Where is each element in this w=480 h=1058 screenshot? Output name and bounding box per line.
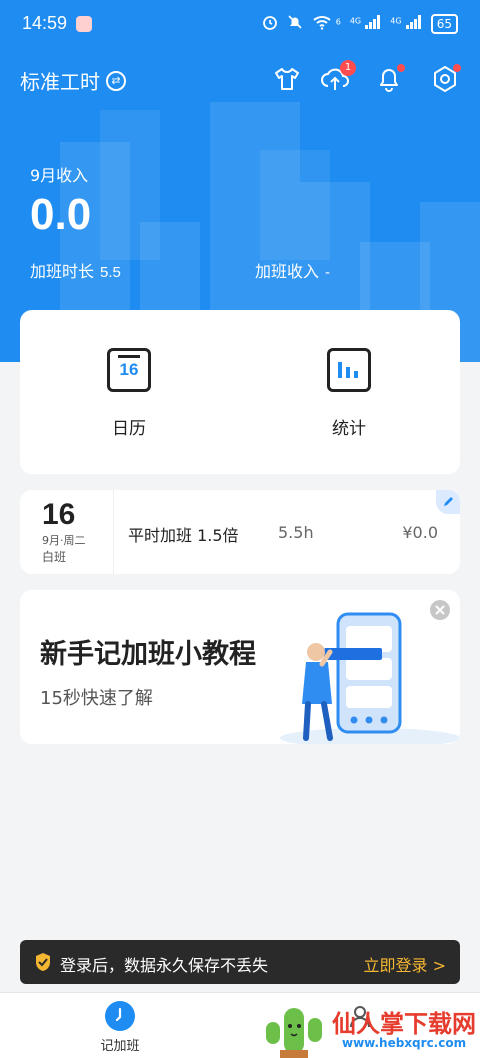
month-income-label: 9月收入	[30, 166, 89, 185]
overtime-hours: 加班时长 5.5	[30, 258, 121, 282]
wifi-label: 6	[335, 17, 341, 27]
record-hours: 5.5h	[278, 523, 314, 542]
status-bar: 14:59 6 4G 4G 65	[0, 0, 480, 50]
watermark-url: www.hebxqrc.com	[342, 1036, 467, 1050]
calendar-label: 日历	[112, 419, 146, 439]
mute-icon	[287, 14, 303, 34]
settings-button[interactable]	[430, 64, 461, 94]
calendar-icon: 16	[107, 348, 151, 392]
settings-dot	[453, 64, 461, 72]
work-mode-selector[interactable]: 标准工时 ⇄	[20, 66, 126, 95]
month-income-value: 0.0	[30, 190, 92, 239]
close-tutorial-button[interactable]	[430, 600, 450, 620]
watermark: 仙人掌下载网 www.hebxqrc.com	[258, 998, 476, 1058]
pencil-icon	[444, 497, 453, 506]
record-weekday: 9月·周二	[42, 534, 86, 547]
overtime-record-card[interactable]: 16 9月·周二 白班 平时加班 1.5倍 5.5h ¥0.0	[20, 490, 460, 574]
login-now-link[interactable]: 立即登录 >	[364, 952, 447, 976]
record-money: ¥0.0	[402, 523, 438, 542]
shirt-button[interactable]	[272, 64, 302, 94]
overtime-hours-value: 5.5	[100, 264, 121, 281]
overtime-income: 加班收入 -	[255, 258, 330, 282]
upload-badge: 1	[340, 60, 356, 76]
quick-actions-card: 16 日历 统计	[20, 310, 460, 474]
income-summary: 9月收入 0.0	[30, 162, 91, 239]
battery-indicator: 65	[430, 14, 458, 34]
record-date: 16 9月·周二 白班	[20, 490, 114, 574]
notification-dot	[397, 64, 405, 72]
edit-record-button[interactable]	[436, 490, 460, 514]
stats-label: 统计	[332, 419, 366, 439]
tab-record-overtime-label: 记加班	[100, 1039, 140, 1054]
swap-icon: ⇄	[106, 70, 126, 91]
tutorial-banner[interactable]: 新手记加班小教程 15秒快速了解	[20, 590, 460, 744]
signal-label-2: 4G	[390, 16, 402, 26]
clock-icon	[105, 1001, 135, 1031]
app-notification-icon	[76, 16, 92, 32]
calendar-button[interactable]: 16 日历	[74, 348, 184, 439]
calendar-icon-day: 16	[119, 360, 139, 379]
work-mode-label: 标准工时	[20, 70, 100, 94]
cloud-upload-button[interactable]: 1	[320, 60, 356, 94]
tutorial-illustration	[280, 612, 460, 744]
signal-label-1: 4G	[349, 16, 362, 26]
overtime-income-label: 加班收入	[255, 262, 320, 281]
shirt-icon	[275, 68, 299, 90]
shield-icon	[36, 953, 50, 971]
tutorial-subtitle: 15秒快速了解	[40, 688, 153, 709]
signal-icon-1: 4G	[350, 15, 381, 33]
top-bar: 标准工时 ⇄ 1	[0, 58, 480, 98]
record-type: 平时加班 1.5倍	[128, 526, 239, 545]
tab-record-overtime[interactable]: 记加班	[80, 1001, 160, 1054]
bar-chart-icon	[327, 348, 371, 392]
close-icon	[435, 605, 445, 615]
status-time: 14:59	[22, 13, 68, 33]
alarm-icon	[262, 14, 278, 34]
tutorial-title: 新手记加班小教程	[40, 639, 256, 670]
login-banner[interactable]: 登录后，数据永久保存不丢失 立即登录 >	[20, 940, 460, 984]
cactus-logo-icon	[266, 1008, 322, 1058]
login-banner-text: 登录后，数据永久保存不丢失	[60, 956, 269, 975]
wifi-icon: 6	[312, 14, 341, 34]
overtime-income-value: -	[325, 264, 331, 281]
notifications-button[interactable]	[374, 64, 405, 94]
signal-icon-2: 4G	[390, 15, 421, 33]
stats-button[interactable]: 统计	[294, 348, 404, 439]
watermark-text: 仙人掌下载网	[332, 1010, 476, 1038]
overtime-hours-label: 加班时长	[30, 262, 95, 281]
record-shift: 白班	[42, 550, 67, 564]
record-day: 16	[42, 498, 76, 531]
